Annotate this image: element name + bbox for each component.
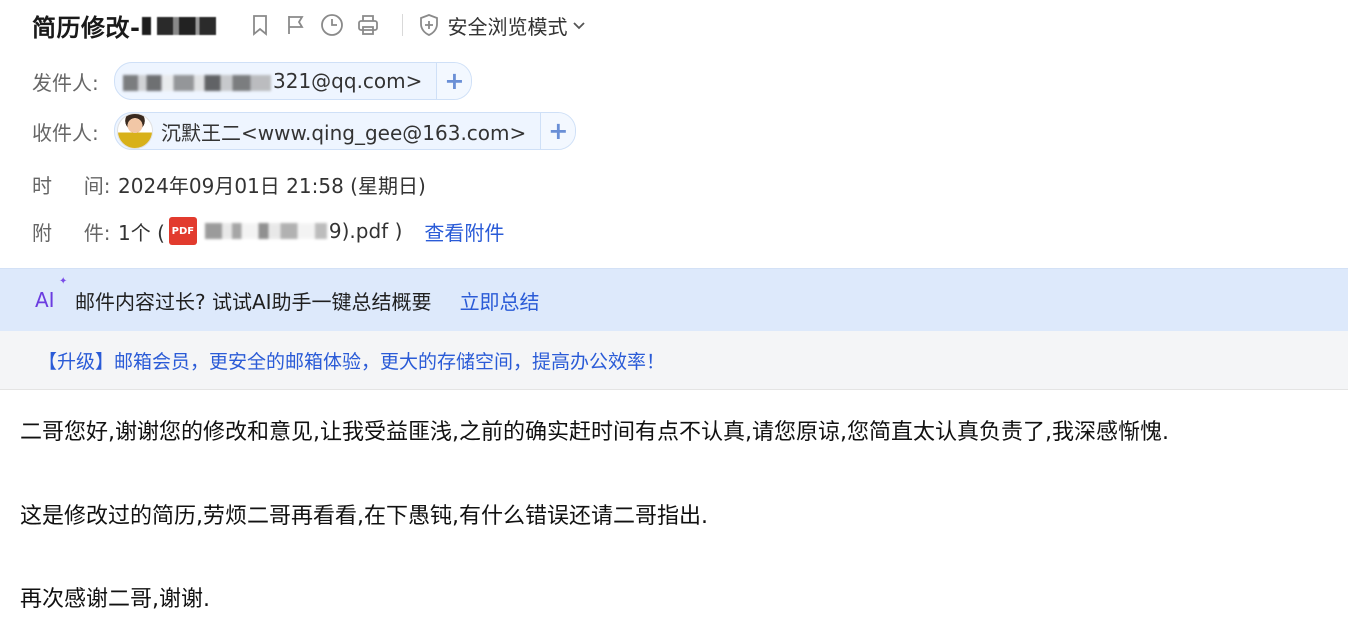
- mail-header: 简历修改- 安全浏览模式 发件人: 321@qq.com> + 收件人: 沉默王…: [0, 0, 1348, 268]
- subject-redacted: [142, 17, 217, 35]
- summarize-now-link[interactable]: 立即总结: [460, 286, 540, 315]
- add-contact-button[interactable]: +: [436, 63, 472, 99]
- time-row: 时 间: 2024年09月01日 21:58 (星期日): [32, 165, 426, 203]
- pdf-icon: PDF: [168, 217, 197, 245]
- to-chip[interactable]: 沉默王二<www.qing_gee@163.com> +: [114, 112, 577, 150]
- attachment-name-redacted: [204, 223, 327, 239]
- from-address-redacted: [123, 74, 271, 91]
- attachment-filename[interactable]: 9).pdf ): [329, 219, 402, 243]
- body-paragraph: 再次感谢二哥,谢谢.: [20, 587, 210, 612]
- ai-summary-text: 邮件内容过长? 试试AI助手一键总结概要: [75, 289, 432, 314]
- mail-subject: 简历修改-: [32, 13, 141, 42]
- secure-mode-label: 安全浏览模式: [447, 14, 568, 39]
- secure-mode-button[interactable]: 安全浏览模式: [417, 11, 587, 40]
- toolbar-divider: [402, 14, 404, 36]
- plus-icon: +: [444, 67, 465, 95]
- spark-icon: ✦: [59, 276, 68, 287]
- time-value: 2024年09月01日 21:58 (星期日): [118, 173, 426, 198]
- body-paragraph: 这是修改过的简历,劳烦二哥再看看,在下愚钝,有什么错误还请二哥指出.: [20, 504, 708, 529]
- bookmark-icon[interactable]: [248, 13, 272, 37]
- time-label: 时 间:: [32, 173, 111, 198]
- to-label: 收件人:: [32, 120, 99, 145]
- to-row: 收件人: 沉默王二<www.qing_gee@163.com> +: [32, 112, 577, 150]
- shield-icon: [420, 14, 439, 36]
- to-address: 沉默王二<www.qing_gee@163.com>: [161, 120, 527, 145]
- from-label: 发件人:: [32, 70, 99, 95]
- flag-icon[interactable]: [284, 13, 308, 37]
- avatar: [117, 113, 153, 149]
- from-chip[interactable]: 321@qq.com> +: [114, 62, 473, 100]
- upgrade-banner: 【升级】邮箱会员，更安全的邮箱体验，更大的存储空间，提高办公效率！: [0, 331, 1348, 390]
- view-attachment-link[interactable]: 查看附件: [424, 217, 504, 246]
- plus-icon: +: [548, 117, 569, 145]
- attachment-row: 附 件: 1个 ( PDF 9).pdf ) 查看附件: [32, 212, 504, 250]
- attachment-value: 1个 ( PDF 9).pdf ): [118, 217, 402, 246]
- chevron-down-icon: [573, 22, 586, 30]
- attachment-label: 附 件:: [32, 220, 111, 245]
- from-address: 321@qq.com>: [273, 69, 423, 93]
- from-address-text: 321@qq.com>: [115, 69, 436, 93]
- clock-icon[interactable]: [320, 13, 344, 37]
- title-row: 简历修改- 安全浏览模式: [32, 4, 587, 46]
- ai-summary-bar: AI ✦ 邮件内容过长? 试试AI助手一键总结概要 立即总结: [0, 268, 1348, 332]
- add-contact-button[interactable]: +: [540, 113, 576, 149]
- upgrade-link[interactable]: 【升级】邮箱会员，更安全的邮箱体验，更大的存储空间，提高办公效率！: [38, 347, 665, 374]
- print-icon[interactable]: [356, 13, 380, 37]
- ai-logo-text: AI: [35, 288, 55, 312]
- attachment-count: 1个 (: [118, 220, 165, 245]
- body-paragraph: 二哥您好,谢谢您的修改和意见,让我受益匪浅,之前的确实赶时间有点不认真,请您原谅…: [20, 420, 1169, 445]
- from-row: 发件人: 321@qq.com> +: [32, 62, 473, 100]
- ai-logo-icon: AI ✦: [35, 276, 73, 312]
